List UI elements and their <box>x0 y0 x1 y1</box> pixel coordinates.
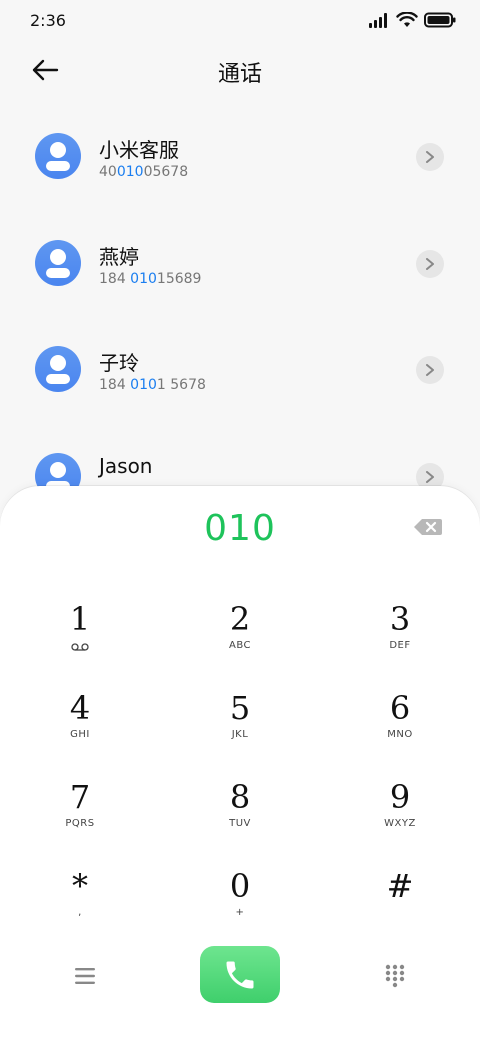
page-title: 通话 <box>217 62 262 87</box>
contact-name: Jason <box>99 454 153 478</box>
list-item[interactable]: 子玲 184 0101 5678 <box>0 317 480 417</box>
key-letters: GHI <box>70 729 90 740</box>
contact-number: 184 01015689 <box>99 271 202 287</box>
header: 通话 <box>0 42 480 98</box>
contact-name: 子玲 <box>99 351 139 375</box>
key-letters: MNO <box>387 729 413 740</box>
key-7[interactable]: 7 PQRS <box>20 776 140 856</box>
key-9[interactable]: 9 WXYZ <box>340 776 460 856</box>
chevron-right-icon <box>426 471 434 483</box>
contact-number: 184 0101 5678 <box>99 377 206 393</box>
key-digit: 7 <box>69 778 91 816</box>
key-8[interactable]: 8 TUV <box>180 776 300 856</box>
key-digit: 5 <box>229 689 251 727</box>
key-letters: DEF <box>389 640 411 651</box>
key-letters: + <box>235 907 245 918</box>
chevron-right-icon <box>426 364 434 376</box>
backspace-icon <box>414 519 442 535</box>
key-letters: , <box>78 907 82 918</box>
key-hash[interactable]: # <box>340 865 460 945</box>
key-2[interactable]: 2 ABC <box>180 598 300 678</box>
contact-detail-button[interactable] <box>416 143 444 171</box>
signal-icon <box>369 13 387 28</box>
key-digit: 6 <box>389 689 411 727</box>
key-letters: PQRS <box>65 818 95 829</box>
chevron-right-icon <box>426 151 434 163</box>
key-letters: WXYZ <box>384 818 416 829</box>
key-6[interactable]: 6 MNO <box>340 687 460 767</box>
dialer-action-bar <box>0 946 480 1006</box>
key-digit: # <box>386 867 414 905</box>
keypad-icon <box>385 964 405 988</box>
chevron-right-icon <box>426 258 434 270</box>
key-digit: 1 <box>69 600 91 638</box>
avatar <box>35 133 81 179</box>
status-bar: 2:36 <box>0 0 480 42</box>
key-letters: ABC <box>228 640 251 651</box>
menu-button[interactable] <box>74 966 96 986</box>
contact-detail-button[interactable] <box>416 250 444 278</box>
key-letters: TUV <box>229 818 251 829</box>
call-button[interactable] <box>200 946 280 1003</box>
status-icons <box>368 12 456 28</box>
phone-icon <box>226 961 254 989</box>
key-digit: 2 <box>229 600 251 638</box>
status-time: 2:36 <box>30 11 66 30</box>
list-item[interactable]: 小米客服 4001005678 <box>0 104 480 204</box>
key-digit: 4 <box>69 689 91 727</box>
contact-name: 燕婷 <box>99 245 139 269</box>
key-5[interactable]: 5 JKL <box>180 687 300 767</box>
contact-detail-button[interactable] <box>416 356 444 384</box>
key-digit: * <box>72 867 88 905</box>
menu-icon <box>75 968 95 984</box>
avatar <box>35 346 81 392</box>
dialer-panel: 010 1 2 ABC 3 DEF 4 GHI 5 JKL 6 MNO 7 PQ… <box>0 486 480 1040</box>
key-letters: JKL <box>231 729 249 740</box>
key-digit: 0 <box>229 867 251 905</box>
key-4[interactable]: 4 GHI <box>20 687 140 767</box>
wifi-icon <box>396 12 418 27</box>
key-digit: 3 <box>389 600 411 638</box>
key-1[interactable]: 1 <box>20 598 140 678</box>
key-digit: 8 <box>229 778 251 816</box>
battery-icon <box>424 12 456 28</box>
keypad-toggle-button[interactable] <box>385 964 405 988</box>
key-digit: 9 <box>389 778 411 816</box>
key-3[interactable]: 3 DEF <box>340 598 460 678</box>
key-star[interactable]: * , <box>20 865 140 945</box>
avatar <box>35 240 81 286</box>
dial-input[interactable]: 010 <box>0 508 480 549</box>
list-item[interactable]: 燕婷 184 01015689 <box>0 211 480 311</box>
key-0[interactable]: 0 + <box>180 865 300 945</box>
voicemail-icon <box>20 640 140 655</box>
contact-name: 小米客服 <box>99 138 179 162</box>
contact-number: 4001005678 <box>99 164 189 180</box>
backspace-button[interactable] <box>413 517 443 537</box>
